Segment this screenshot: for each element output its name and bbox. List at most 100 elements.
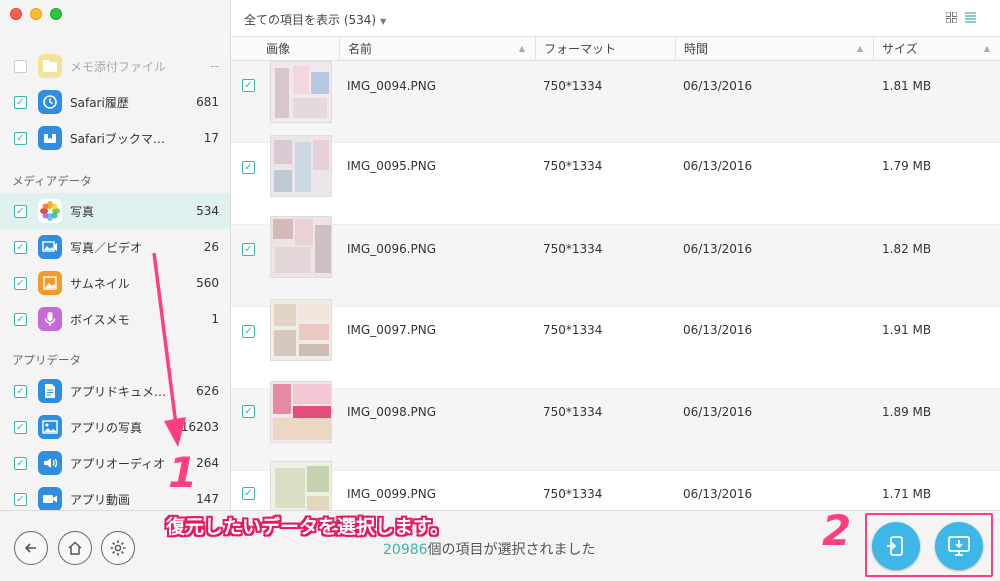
speaker-icon — [38, 451, 62, 475]
selected-count: 20986 — [383, 542, 428, 558]
grid-view-icon[interactable] — [945, 11, 958, 24]
checkbox[interactable]: ✓ — [14, 95, 27, 109]
section-label-media: メディアデータ — [12, 174, 92, 188]
row-checkbox[interactable]: ✓ — [242, 161, 255, 174]
microphone-icon — [38, 307, 62, 331]
file-name: IMG_0099.PNG — [347, 487, 437, 501]
sidebar-item-count: 1 — [211, 312, 219, 326]
sidebar-item-label: Safariブックマ… — [70, 131, 165, 146]
toolbar: 全ての項目を表示 (534) ▼ — [231, 0, 1000, 37]
file-name: IMG_0097.PNG — [347, 323, 437, 337]
thumbnail-image — [270, 381, 332, 443]
sidebar-item-safari-bookmarks[interactable]: ✓ Safariブックマ… 17 — [0, 120, 230, 156]
checkbox[interactable]: ✓ — [14, 240, 27, 254]
selected-text: 個の項目が選択されました — [427, 542, 596, 558]
table-row[interactable]: ✓ IMG_0095.PNG 750*1334 06/13/2016 1.79 … — [231, 135, 1000, 225]
table-header: 画像 名前 ▲ フォーマット 時間 ▲ サイズ ▲ — [231, 37, 1000, 61]
back-button[interactable] — [14, 531, 48, 565]
restore-to-computer-button[interactable] — [935, 522, 983, 570]
sidebar-item-count: 534 — [196, 204, 219, 218]
document-icon — [38, 379, 62, 403]
photo-video-icon — [38, 235, 62, 259]
folder-icon — [38, 54, 62, 78]
file-format: 750*1334 — [543, 159, 603, 173]
column-header-image[interactable]: 画像 — [231, 37, 339, 61]
minimize-window-button[interactable] — [30, 8, 42, 20]
file-time: 06/13/2016 — [683, 323, 753, 337]
column-header-format[interactable]: フォーマット — [535, 37, 675, 61]
row-checkbox[interactable]: ✓ — [242, 243, 255, 256]
table-row[interactable]: ✓ IMG_0096.PNG 750*1334 06/13/2016 1.82 … — [231, 216, 1000, 307]
checkbox[interactable]: ✓ — [14, 420, 27, 434]
filter-dropdown[interactable]: 全ての項目を表示 (534) ▼ — [244, 11, 386, 28]
home-button[interactable] — [58, 531, 92, 565]
sidebar-item-label: メモ添付ファイル — [70, 59, 167, 74]
column-header-size[interactable]: サイズ ▲ — [873, 37, 1000, 61]
file-size: 1.81 MB — [882, 79, 932, 93]
thumbnail-image — [270, 216, 332, 278]
file-table: ✓ IMG_0094.PNG 750*1334 06/13/2016 1.81 … — [231, 61, 1000, 510]
file-size: 1.91 MB — [882, 323, 932, 337]
column-header-name[interactable]: 名前 ▲ — [339, 37, 535, 61]
column-header-time[interactable]: 時間 ▲ — [675, 37, 873, 61]
checkbox[interactable]: ✓ — [14, 456, 27, 470]
photos-icon — [38, 199, 62, 223]
sidebar-item-count: 681 — [196, 95, 219, 109]
thumbnail-icon — [38, 271, 62, 295]
sort-icon: ▲ — [518, 44, 525, 53]
computer-download-icon — [948, 536, 970, 556]
checkbox[interactable]: ✓ — [14, 204, 27, 218]
checkbox[interactable]: ✓ — [14, 59, 27, 73]
arrow-left-icon — [24, 543, 36, 553]
view-toggle — [945, 11, 976, 24]
sidebar-item-photos[interactable]: ✓ 写真 534 — [0, 193, 230, 229]
list-view-icon[interactable] — [965, 12, 976, 23]
file-format: 750*1334 — [543, 242, 603, 256]
filter-label: 全ての項目を表示 (534) — [244, 13, 377, 27]
file-name: IMG_0094.PNG — [347, 79, 437, 93]
checkbox[interactable]: ✓ — [14, 492, 27, 506]
gear-icon — [110, 540, 126, 556]
file-size: 1.89 MB — [882, 405, 932, 419]
thumbnail-image — [270, 135, 332, 197]
row-checkbox[interactable]: ✓ — [242, 79, 255, 92]
settings-button[interactable] — [101, 531, 135, 565]
table-row[interactable]: ✓ IMG_0098.PNG 750*1334 06/13/2016 1.89 … — [231, 381, 1000, 471]
file-time: 06/13/2016 — [683, 405, 753, 419]
file-format: 750*1334 — [543, 323, 603, 337]
clock-icon — [38, 90, 62, 114]
thumbnail-image — [270, 61, 332, 123]
restore-to-device-button[interactable] — [872, 522, 920, 570]
table-row[interactable]: ✓ IMG_0097.PNG 750*1334 06/13/2016 1.91 … — [231, 299, 1000, 389]
bookmark-icon — [38, 126, 62, 150]
checkbox[interactable]: ✓ — [14, 312, 27, 326]
file-name: IMG_0096.PNG — [347, 242, 437, 256]
file-time: 06/13/2016 — [683, 242, 753, 256]
annotation-arrow — [152, 252, 186, 447]
checkbox[interactable]: ✓ — [14, 131, 27, 145]
close-window-button[interactable] — [10, 8, 22, 20]
thumbnail-image — [270, 299, 332, 361]
table-row[interactable]: ✓ IMG_0099.PNG 750*1334 06/13/2016 1.71 … — [231, 461, 1000, 510]
home-icon — [68, 541, 82, 555]
sidebar-item-memo-attachments[interactable]: ✓ メモ添付ファイル -- — [0, 48, 230, 84]
section-label-apps: アプリデータ — [12, 353, 81, 367]
zoom-window-button[interactable] — [50, 8, 62, 20]
file-name: IMG_0095.PNG — [347, 159, 437, 173]
table-row[interactable]: ✓ IMG_0094.PNG 750*1334 06/13/2016 1.81 … — [231, 61, 1000, 143]
row-checkbox[interactable]: ✓ — [242, 405, 255, 418]
row-checkbox[interactable]: ✓ — [242, 487, 255, 500]
sidebar-item-count: 26 — [203, 240, 219, 254]
file-size: 1.79 MB — [882, 159, 932, 173]
window-controls — [10, 8, 62, 20]
checkbox[interactable]: ✓ — [14, 384, 27, 398]
column-header-label: 名前 — [348, 42, 373, 56]
sidebar-item-count: 17 — [203, 131, 219, 145]
row-checkbox[interactable]: ✓ — [242, 325, 255, 338]
column-header-label: フォーマット — [544, 42, 617, 56]
sidebar-item-safari-history[interactable]: ✓ Safari履歴 681 — [0, 84, 230, 120]
checkbox[interactable]: ✓ — [14, 276, 27, 290]
sidebar-item-count: 264 — [196, 456, 219, 470]
file-name: IMG_0098.PNG — [347, 405, 437, 419]
file-format: 750*1334 — [543, 487, 603, 501]
